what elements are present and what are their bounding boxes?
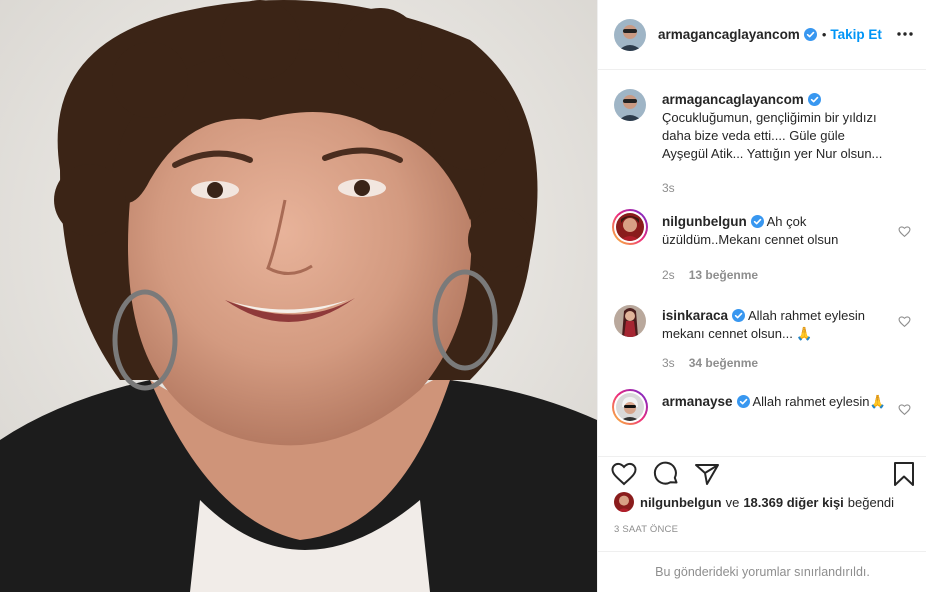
caption-time[interactable]: 3s xyxy=(662,181,675,195)
caption-avatar[interactable] xyxy=(614,89,646,121)
caption: armagancaglayancom Çocukluğumun, gençliğ… xyxy=(614,89,919,199)
post-header: armagancaglayancom • Takip Et xyxy=(598,0,926,70)
verified-badge-icon xyxy=(807,93,821,106)
verified-badge-icon xyxy=(736,395,750,408)
comment-time[interactable]: 3s xyxy=(662,356,675,370)
liker-avatar[interactable] xyxy=(614,492,634,512)
comment-like-heart-icon[interactable] xyxy=(898,225,911,238)
comment-text: Allah rahmet eylesin🙏 xyxy=(752,394,886,409)
more-horizontal-icon[interactable] xyxy=(895,24,915,44)
comment-likes-count[interactable]: 13 beğenme xyxy=(689,268,758,282)
likes-connector: ve xyxy=(725,494,740,510)
caption-meta: 3s xyxy=(662,181,675,195)
comment-meta: 2s 13 beğenme xyxy=(662,268,758,282)
verified-badge-icon xyxy=(732,309,746,322)
liker-username[interactable]: nilgunbelgun xyxy=(640,495,722,510)
comment-username[interactable]: armanayse xyxy=(662,394,733,409)
verified-badge-icon xyxy=(803,28,817,41)
action-bar xyxy=(598,456,926,496)
comment-meta: 3s 34 beğenme xyxy=(662,356,758,370)
likes-suffix: beğendi xyxy=(847,494,895,510)
comment-username[interactable]: nilgunbelgun xyxy=(662,214,747,229)
separator-dot: • xyxy=(821,27,827,42)
comment-item: isinkaraca Allah rahmet eylesin mekanı c… xyxy=(614,305,919,385)
author-avatar[interactable] xyxy=(614,18,646,51)
comment-item: nilgunbelgun Ah çok üzüldüm..Mekanı cenn… xyxy=(612,209,919,291)
caption-username[interactable]: armagancaglayancom xyxy=(662,92,804,107)
comment-avatar[interactable] xyxy=(614,305,646,337)
comments-restricted-notice: Bu gönderideki yorumlar sınırlandırıldı. xyxy=(598,551,926,592)
share-send-icon[interactable] xyxy=(693,460,721,488)
follow-button[interactable]: Takip Et xyxy=(830,27,882,42)
comment-like-heart-icon[interactable] xyxy=(898,315,911,328)
comment-like-heart-icon[interactable] xyxy=(898,403,911,416)
likes-others-count[interactable]: 18.369 diğer kişi xyxy=(743,495,843,510)
author-username[interactable]: armagancaglayancom xyxy=(658,27,800,42)
caption-body: armagancaglayancom Çocukluğumun, gençliğ… xyxy=(662,91,892,163)
post-timestamp[interactable]: 3 SAAT ÖNCE xyxy=(614,524,678,535)
bookmark-icon[interactable] xyxy=(890,460,918,488)
post-sidebar: armagancaglayancom • Takip Et armagancag… xyxy=(597,0,926,592)
post-image[interactable] xyxy=(0,0,597,592)
comment-likes-count[interactable]: 34 beğenme xyxy=(689,356,758,370)
comment-body: armanayse Allah rahmet eylesin🙏 xyxy=(662,393,892,411)
comment-avatar[interactable] xyxy=(612,209,648,245)
like-heart-icon[interactable] xyxy=(610,460,638,488)
comment-item: armanayse Allah rahmet eylesin🙏 xyxy=(612,389,919,451)
comment-body: nilgunbelgun Ah çok üzüldüm..Mekanı cenn… xyxy=(662,213,892,249)
comment-username[interactable]: isinkaraca xyxy=(662,308,728,323)
verified-badge-icon xyxy=(750,215,764,228)
caption-text: Çocukluğumun, gençliğimin bir yıldızı da… xyxy=(662,110,883,161)
comment-bubble-icon[interactable] xyxy=(652,460,680,488)
comment-body: isinkaraca Allah rahmet eylesin mekanı c… xyxy=(662,307,892,343)
comment-time[interactable]: 2s xyxy=(662,268,675,282)
portrait-photo xyxy=(0,0,597,592)
comments-list[interactable]: armagancaglayancom Çocukluğumun, gençliğ… xyxy=(598,71,926,456)
comment-avatar[interactable] xyxy=(612,389,648,425)
likes-summary: nilgunbelgun ve 18.369 diğer kişi beğend… xyxy=(614,492,894,512)
